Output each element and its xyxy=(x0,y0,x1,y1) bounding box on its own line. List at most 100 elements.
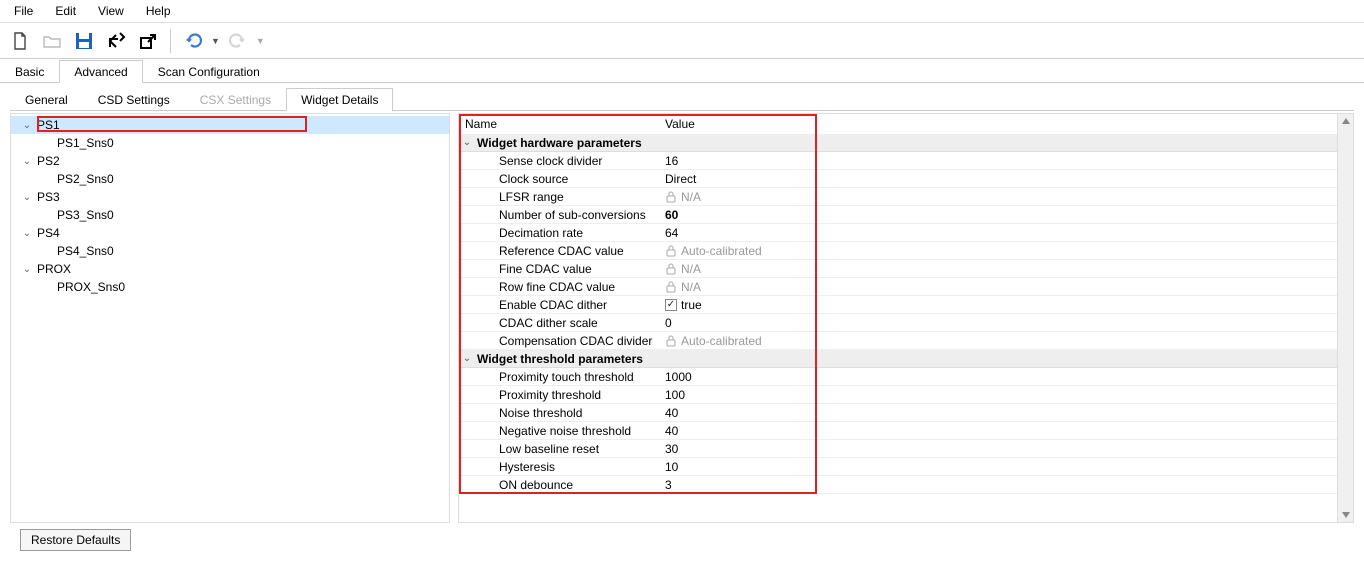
menu-view[interactable]: View xyxy=(88,2,134,20)
prop-noise-threshold[interactable]: Noise threshold40 xyxy=(459,404,1337,422)
undo-dropdown-icon[interactable]: ▼ xyxy=(211,36,220,46)
save-icon[interactable] xyxy=(70,27,98,55)
tree-label: PS2 xyxy=(37,154,60,168)
chevron-down-icon[interactable]: ⌄ xyxy=(21,264,33,275)
group-label: Widget threshold parameters xyxy=(475,352,643,366)
chevron-down-icon[interactable]: ⌄ xyxy=(21,228,33,239)
sub-tabs: General CSD Settings CSX Settings Widget… xyxy=(10,87,1354,111)
prop-value[interactable]: 100 xyxy=(659,388,1337,402)
prop-name: Number of sub-conversions xyxy=(459,208,659,222)
menu-bar: File Edit View Help xyxy=(0,0,1364,23)
prop-name: Enable CDAC dither xyxy=(459,298,659,312)
prop-value: Auto-calibrated xyxy=(659,334,1337,348)
tree-label: PS2_Sns0 xyxy=(57,172,114,186)
prop-value[interactable]: 40 xyxy=(659,424,1337,438)
prop-proximity-touch-threshold[interactable]: Proximity touch threshold1000 xyxy=(459,368,1337,386)
property-body[interactable]: ⌄ Widget hardware parameters Sense clock… xyxy=(459,134,1337,522)
tree-item-ps4[interactable]: ⌄ PS4 xyxy=(11,224,449,242)
tree-item-ps3[interactable]: ⌄ PS3 xyxy=(11,188,449,206)
tree-label: PROX xyxy=(37,262,71,276)
prop-value[interactable]: 40 xyxy=(659,406,1337,420)
prop-value[interactable]: 64 xyxy=(659,226,1337,240)
prop-negative-noise-threshold[interactable]: Negative noise threshold40 xyxy=(459,422,1337,440)
tree-item-ps2-sns0[interactable]: PS2_Sns0 xyxy=(11,170,449,188)
prop-fine-cdac: Fine CDAC valueN/A xyxy=(459,260,1337,278)
prop-proximity-threshold[interactable]: Proximity threshold100 xyxy=(459,386,1337,404)
prop-num-sub-conversions[interactable]: Number of sub-conversions60 xyxy=(459,206,1337,224)
lock-icon xyxy=(665,191,677,203)
tree-item-prox-sns0[interactable]: PROX_Sns0 xyxy=(11,278,449,296)
group-threshold-params[interactable]: ⌄ Widget threshold parameters xyxy=(459,350,1337,368)
tree-label: PS4_Sns0 xyxy=(57,244,114,258)
redo-icon[interactable] xyxy=(224,27,252,55)
chevron-down-icon[interactable]: ⌄ xyxy=(21,120,33,131)
prop-value[interactable]: 30 xyxy=(659,442,1337,456)
open-file-icon[interactable] xyxy=(38,27,66,55)
prop-name: Fine CDAC value xyxy=(459,262,659,276)
content-area: General CSD Settings CSX Settings Widget… xyxy=(0,83,1364,561)
chevron-down-icon[interactable]: ⌄ xyxy=(459,137,475,148)
prop-name: Proximity touch threshold xyxy=(459,370,659,384)
prop-value[interactable]: Direct xyxy=(659,172,1337,186)
column-value[interactable]: Value xyxy=(659,114,1353,134)
tree-item-ps1[interactable]: ⌄ PS1 xyxy=(11,116,449,134)
prop-hysteresis[interactable]: Hysteresis10 xyxy=(459,458,1337,476)
undo-icon[interactable] xyxy=(179,27,207,55)
restore-defaults-button[interactable]: Restore Defaults xyxy=(20,529,131,551)
tab-csd-settings[interactable]: CSD Settings xyxy=(83,88,185,111)
lock-icon xyxy=(665,245,677,257)
prop-low-baseline-reset[interactable]: Low baseline reset30 xyxy=(459,440,1337,458)
prop-name: CDAC dither scale xyxy=(459,316,659,330)
tab-general[interactable]: General xyxy=(10,88,83,111)
prop-name: Hysteresis xyxy=(459,460,659,474)
vertical-scrollbar[interactable] xyxy=(1337,114,1353,522)
prop-on-debounce[interactable]: ON debounce3 xyxy=(459,476,1337,494)
prop-sense-clock-divider[interactable]: Sense clock divider16 xyxy=(459,152,1337,170)
group-hardware-params[interactable]: ⌄ Widget hardware parameters xyxy=(459,134,1337,152)
prop-value[interactable]: ✓true xyxy=(659,298,1337,312)
tree-label: PS3 xyxy=(37,190,60,204)
prop-value[interactable]: 16 xyxy=(659,154,1337,168)
tab-advanced[interactable]: Advanced xyxy=(59,60,142,83)
prop-enable-cdac-dither[interactable]: Enable CDAC dither✓true xyxy=(459,296,1337,314)
column-name[interactable]: Name xyxy=(459,114,659,134)
tree-label: PS4 xyxy=(37,226,60,240)
prop-row-fine-cdac: Row fine CDAC valueN/A xyxy=(459,278,1337,296)
menu-file[interactable]: File xyxy=(4,2,43,20)
tree-label: PS3_Sns0 xyxy=(57,208,114,222)
prop-name: Reference CDAC value xyxy=(459,244,659,258)
tab-widget-details[interactable]: Widget Details xyxy=(286,88,393,111)
prop-name: Sense clock divider xyxy=(459,154,659,168)
prop-value: Auto-calibrated xyxy=(659,244,1337,258)
chevron-down-icon[interactable]: ⌄ xyxy=(21,192,33,203)
widget-tree[interactable]: ⌄ PS1 PS1_Sns0 ⌄ PS2 PS2_Sns0 ⌄ PS3 PS3_Sn… xyxy=(10,113,450,523)
menu-help[interactable]: Help xyxy=(136,2,181,20)
chevron-down-icon[interactable]: ⌄ xyxy=(21,156,33,167)
menu-edit[interactable]: Edit xyxy=(45,2,86,20)
new-file-icon[interactable] xyxy=(6,27,34,55)
prop-value[interactable]: 3 xyxy=(659,478,1337,492)
tree-item-ps1-sns0[interactable]: PS1_Sns0 xyxy=(11,134,449,152)
import-icon[interactable] xyxy=(102,27,130,55)
tree-item-ps3-sns0[interactable]: PS3_Sns0 xyxy=(11,206,449,224)
tree-label: PROX_Sns0 xyxy=(57,280,125,294)
prop-value[interactable]: 0 xyxy=(659,316,1337,330)
tree-item-prox[interactable]: ⌄ PROX xyxy=(11,260,449,278)
checkbox-icon[interactable]: ✓ xyxy=(665,299,677,311)
prop-name: ON debounce xyxy=(459,478,659,492)
prop-cdac-dither-scale[interactable]: CDAC dither scale0 xyxy=(459,314,1337,332)
prop-value[interactable]: 10 xyxy=(659,460,1337,474)
redo-dropdown-icon[interactable]: ▼ xyxy=(256,36,265,46)
prop-value[interactable]: 60 xyxy=(659,208,1337,222)
tree-item-ps2[interactable]: ⌄ PS2 xyxy=(11,152,449,170)
tab-scan-configuration[interactable]: Scan Configuration xyxy=(143,60,275,83)
tab-basic[interactable]: Basic xyxy=(0,60,59,83)
prop-clock-source[interactable]: Clock sourceDirect xyxy=(459,170,1337,188)
prop-name: Negative noise threshold xyxy=(459,424,659,438)
chevron-down-icon[interactable]: ⌄ xyxy=(459,353,475,364)
tree-item-ps4-sns0[interactable]: PS4_Sns0 xyxy=(11,242,449,260)
export-icon[interactable] xyxy=(134,27,162,55)
footer: Restore Defaults xyxy=(10,523,1354,557)
prop-value[interactable]: 1000 xyxy=(659,370,1337,384)
prop-decimation-rate[interactable]: Decimation rate64 xyxy=(459,224,1337,242)
